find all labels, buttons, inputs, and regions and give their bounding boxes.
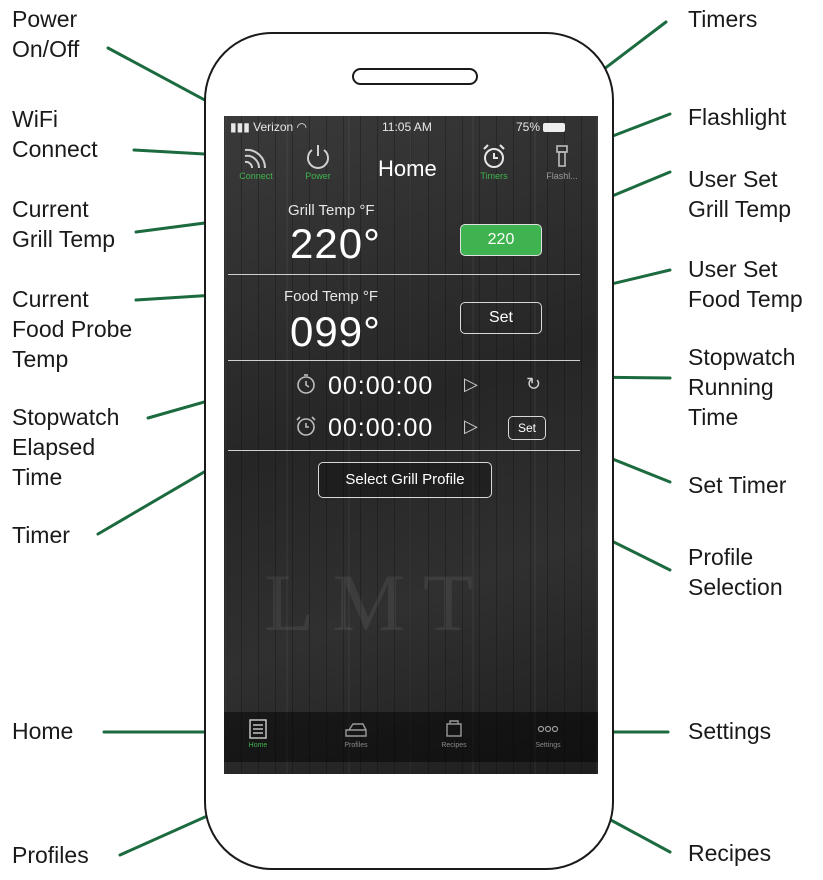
callout-flashlight: Flashlight (688, 104, 787, 130)
callout-grill-temp: Current Grill Temp (12, 196, 116, 252)
connect-button[interactable]: Connect (234, 142, 278, 181)
callout-user-food: User Set Food Temp (688, 256, 803, 312)
food-temp-value: 099° (290, 308, 381, 355)
flashlight-icon (556, 145, 568, 167)
wifi-connect-icon (244, 148, 267, 169)
tab-home[interactable]: Home (228, 718, 288, 749)
tab-profiles[interactable]: Profiles (326, 718, 386, 749)
tab-settings[interactable]: Settings (518, 718, 578, 749)
food-set-temp-button[interactable]: Set (460, 302, 542, 334)
callout-set-timer: Set Timer (688, 472, 787, 498)
clock: 11:05 AM (382, 120, 432, 134)
phone-speaker (352, 68, 478, 85)
connect-label: Connect (239, 171, 273, 181)
callout-user-grill: User Set Grill Temp (688, 166, 792, 222)
tab-recipes-label: Recipes (441, 742, 467, 749)
recipes-book-icon (446, 720, 462, 737)
stopwatch-icon (297, 374, 315, 394)
timer-set-button[interactable]: Set (508, 416, 546, 440)
timer-time: 00:00:00 (328, 414, 434, 442)
callout-wifi: WiFi Connect (12, 106, 98, 162)
timer-row (294, 414, 318, 438)
stopwatch-reset-icon[interactable]: ↻ (526, 374, 541, 395)
callout-food-temp: Current Food Probe Temp (12, 286, 133, 372)
tab-recipes[interactable]: Recipes (424, 718, 484, 749)
timers-button[interactable]: Timers (472, 142, 516, 181)
timer-play-icon[interactable]: ▷ (464, 416, 478, 437)
callout-recipes: Recipes (688, 840, 772, 866)
callout-power: Power On/Off (12, 6, 80, 62)
page-title: Home (378, 156, 437, 181)
flashlight-label: Flashl... (546, 171, 578, 181)
callout-timer: Timer (12, 522, 70, 548)
wifi-status-icon: ◠ (296, 120, 308, 134)
settings-dots-icon (537, 725, 559, 733)
battery-status: 75% (516, 120, 566, 134)
logo-watermark: LMT (264, 557, 492, 648)
divider-1 (228, 274, 580, 275)
callout-settings: Settings (688, 718, 772, 744)
home-controls-icon (249, 719, 267, 739)
select-grill-profile-button[interactable]: Select Grill Profile (318, 462, 492, 498)
tab-home-label: Home (248, 742, 268, 749)
divider-3 (228, 450, 580, 451)
power-icon (307, 145, 329, 169)
timer-alarm-icon (296, 416, 316, 436)
stopwatch-time: 00:00:00 (328, 372, 434, 400)
callout-profiles: Profiles (12, 842, 89, 868)
callout-home: Home (12, 718, 74, 744)
flashlight-button[interactable]: Flashl... (540, 142, 584, 181)
tab-settings-label: Settings (535, 742, 561, 749)
signal-icon: ▮▮▮ (230, 120, 254, 134)
timers-label: Timers (480, 171, 508, 181)
power-button[interactable]: Power (296, 142, 340, 181)
tab-profiles-label: Profiles (344, 742, 368, 749)
profiles-grill-icon (345, 723, 367, 737)
stopwatch-row (294, 372, 318, 396)
grill-temp-value: 220° (290, 220, 381, 267)
battery-icon (543, 123, 566, 133)
grill-temp-label: Grill Temp °F (288, 202, 375, 219)
callout-timers: Timers (688, 6, 758, 32)
power-label: Power (305, 171, 331, 181)
divider-2 (228, 360, 580, 361)
stopwatch-play-icon[interactable]: ▷ (464, 374, 478, 395)
app-screen: LMT ▮▮▮ Verizon ◠ 11:05 AM 75% Connect P… (224, 116, 598, 774)
grill-set-temp-button[interactable]: 220 (460, 224, 542, 256)
callout-stopwatch: Stopwatch Elapsed Time (12, 404, 120, 490)
carrier-status: ▮▮▮ Verizon ◠ (230, 120, 308, 134)
alarm-clock-icon (483, 144, 505, 168)
callout-profile-selection: Profile Selection (688, 544, 783, 600)
callout-running: Stopwatch Running Time (688, 344, 796, 430)
food-temp-label: Food Temp °F (284, 288, 379, 305)
